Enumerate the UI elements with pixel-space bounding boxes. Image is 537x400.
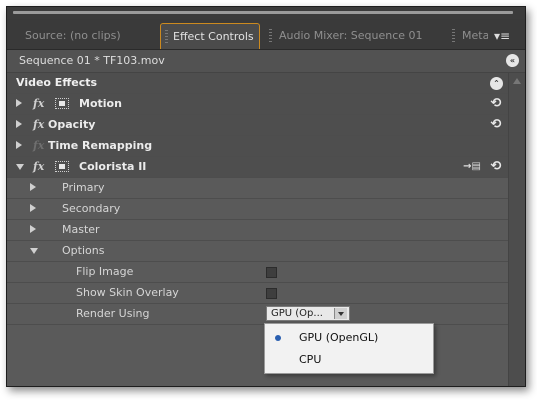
tab-audio-mixer-label: Audio Mixer: Sequence 01	[279, 29, 423, 42]
group-label-secondary: Secondary	[62, 202, 121, 215]
fx-toggle-icon[interactable]: fx	[33, 160, 44, 173]
transform-icon[interactable]	[55, 98, 69, 109]
video-effects-label: Video Effects	[16, 76, 98, 89]
video-effects-header: Video Effects ⌃	[7, 73, 509, 94]
menu-item-cpu[interactable]: CPU	[265, 349, 431, 371]
tab-audio-mixer[interactable]: Audio Mixer: Sequence 01	[265, 23, 447, 49]
fx-toggle-icon[interactable]: fx	[33, 97, 44, 110]
scroll-up-icon[interactable]	[513, 78, 521, 84]
tab-source[interactable]: Source: (no clips)	[11, 23, 159, 49]
group-row-master[interactable]: Master	[7, 220, 509, 241]
effect-label-time-remapping: Time Remapping	[48, 139, 153, 152]
tab-grip-icon[interactable]	[452, 29, 455, 43]
render-using-label: Render Using	[76, 307, 150, 320]
reset-icon[interactable]: ⟲	[489, 118, 503, 132]
group-label-master: Master	[62, 223, 100, 236]
reset-icon[interactable]: ⟲	[489, 97, 503, 111]
show-skin-overlay-label: Show Skin Overlay	[76, 286, 179, 299]
effect-row-opacity[interactable]: fx Opacity ⟲	[7, 115, 509, 136]
tab-effect-controls-label: Effect Controls	[173, 30, 254, 43]
render-using-menu: GPU (OpenGL) CPU	[264, 323, 434, 374]
group-row-secondary[interactable]: Secondary	[7, 199, 509, 220]
collapse-triangle-icon[interactable]	[30, 248, 38, 254]
effect-row-colorista[interactable]: fx Colorista II →▤ ⟲	[7, 157, 509, 178]
expand-triangle-icon[interactable]	[16, 99, 22, 107]
tab-grip-icon[interactable]	[165, 30, 168, 44]
close-tab-icon[interactable]: ×	[258, 32, 259, 43]
chevron-down-icon[interactable]	[334, 308, 347, 319]
menu-item-cpu-label: CPU	[299, 353, 322, 366]
collapse-triangle-icon[interactable]	[16, 164, 24, 170]
group-row-options[interactable]: Options	[7, 241, 509, 262]
effect-menu-icon[interactable]: →▤	[463, 161, 481, 172]
render-using-select[interactable]: GPU (Op...	[266, 306, 350, 321]
sequence-title: Sequence 01 * TF103.mov	[19, 54, 165, 67]
effect-label-opacity: Opacity	[48, 118, 96, 131]
selected-radio-icon	[275, 335, 281, 341]
fx-toggle-icon[interactable]: fx	[33, 118, 44, 131]
effect-row-motion[interactable]: fx Motion ⟲	[7, 94, 509, 115]
reset-icon[interactable]: ⟲	[489, 160, 503, 174]
panel-menu-icon[interactable]: ▾≡	[489, 27, 515, 45]
show-skin-overlay-checkbox[interactable]	[266, 288, 277, 299]
group-row-primary[interactable]: Primary	[7, 178, 509, 199]
tab-source-label: Source: (no clips)	[25, 29, 121, 42]
option-row-flip-image: Flip Image	[7, 262, 509, 283]
effect-label-motion: Motion	[79, 97, 122, 110]
fx-toggle-icon: fx	[33, 139, 45, 152]
menu-item-gpu-opengl[interactable]: GPU (OpenGL)	[265, 327, 431, 349]
render-using-value: GPU (Op...	[271, 308, 323, 319]
show-timeline-icon[interactable]: «	[506, 54, 519, 67]
group-label-options: Options	[62, 244, 105, 257]
option-row-render-using: Render Using GPU (Op...	[7, 304, 509, 325]
option-row-show-skin-overlay: Show Skin Overlay	[7, 283, 509, 304]
flip-image-label: Flip Image	[76, 265, 134, 278]
group-label-primary: Primary	[62, 181, 105, 194]
sequence-bar: Sequence 01 * TF103.mov «	[7, 50, 525, 73]
expand-triangle-icon[interactable]	[16, 141, 22, 149]
vertical-scrollbar[interactable]	[508, 73, 525, 386]
expand-triangle-icon[interactable]	[30, 225, 36, 233]
panel-drag-bar[interactable]	[13, 11, 513, 14]
effect-label-colorista: Colorista II	[79, 160, 147, 173]
transform-icon[interactable]	[55, 161, 69, 172]
flip-image-checkbox[interactable]	[266, 267, 277, 278]
tab-metadata[interactable]: Meta	[448, 23, 488, 49]
tab-metadata-label: Meta	[462, 29, 488, 42]
expand-triangle-icon[interactable]	[16, 120, 22, 128]
tab-grip-icon[interactable]	[269, 29, 272, 43]
tab-effect-controls[interactable]: Effect Controls ×	[160, 23, 260, 49]
effects-list: Video Effects ⌃ fx Motion ⟲ fx Opacity ⟲…	[7, 73, 509, 325]
collapse-icon[interactable]: ⌃	[490, 77, 503, 90]
expand-triangle-icon[interactable]	[30, 183, 36, 191]
panel-drag-strip[interactable]	[7, 7, 525, 19]
menu-item-gpu-opengl-label: GPU (OpenGL)	[299, 331, 379, 344]
expand-triangle-icon[interactable]	[30, 204, 36, 212]
effect-row-time-remapping[interactable]: fx Time Remapping	[7, 136, 509, 157]
tab-bar: Source: (no clips) Effect Controls × Audi…	[7, 19, 525, 50]
